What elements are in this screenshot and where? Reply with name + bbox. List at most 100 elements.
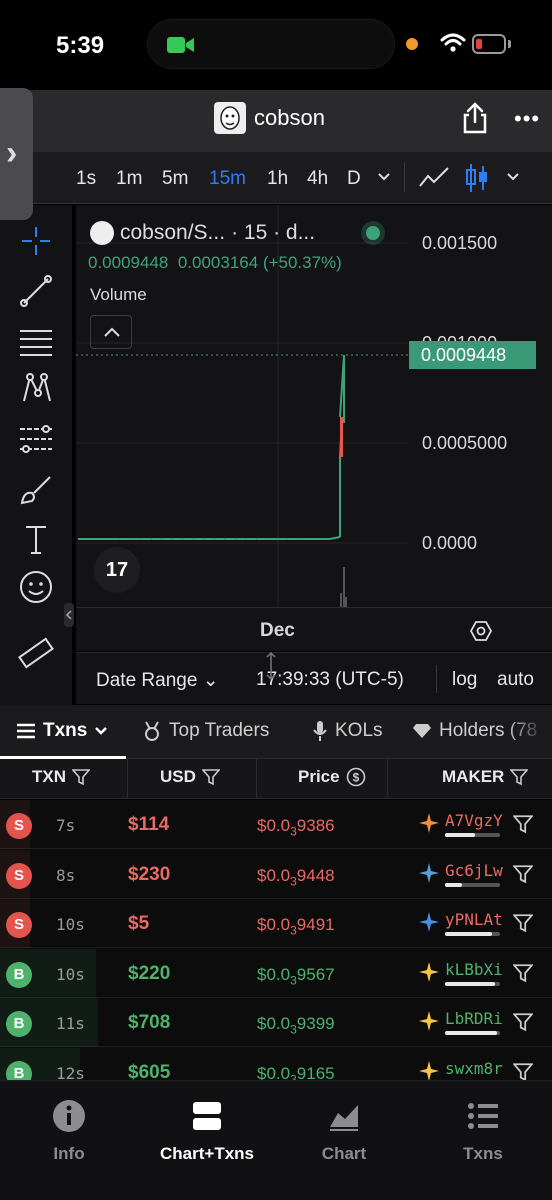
chevron-down-icon[interactable] xyxy=(377,172,391,182)
live-status-indicator xyxy=(366,226,380,240)
sidebar-expand-tab[interactable]: › xyxy=(0,88,33,220)
timeframe-5m[interactable]: 5m xyxy=(162,168,188,190)
timeframe-1s[interactable]: 1s xyxy=(76,168,96,190)
column-header-txn[interactable]: TXN xyxy=(32,767,90,787)
table-row[interactable]: B 11s $708 $0.039399 LbRDRi xyxy=(0,998,552,1048)
panel-collapse-icon[interactable] xyxy=(64,603,74,627)
price-zero-count: 3 xyxy=(290,1022,297,1037)
text-icon[interactable] xyxy=(18,521,54,557)
recording-indicator xyxy=(406,38,418,50)
maker-address[interactable]: A7VgzY xyxy=(445,811,503,830)
timeframe-4h[interactable]: 4h xyxy=(307,168,328,190)
tab-kols[interactable]: KOLs xyxy=(312,720,383,742)
more-options-icon[interactable]: ••• xyxy=(514,106,540,132)
nav-chart-txns[interactable]: Chart+Txns xyxy=(152,1099,262,1164)
filter-icon[interactable] xyxy=(510,768,529,786)
share-icon[interactable] xyxy=(462,102,488,134)
maker-share-bar xyxy=(445,1031,500,1036)
drawing-tools-panel xyxy=(0,205,74,705)
filter-icon[interactable] xyxy=(513,1012,533,1032)
tab-top-traders[interactable]: Top Traders xyxy=(142,720,269,742)
timeframe-d[interactable]: D xyxy=(347,168,361,190)
column-header-maker[interactable]: MAKER xyxy=(442,767,529,787)
crosshair-icon[interactable] xyxy=(18,223,54,259)
price-chart[interactable]: cobson/S... · 15 · d... 0.0009448 0.0003… xyxy=(76,205,552,607)
chevron-down-icon[interactable] xyxy=(506,172,520,182)
column-divider xyxy=(127,759,128,799)
maker-address[interactable]: Gc6jLw xyxy=(445,861,503,880)
line-chart-type-icon[interactable] xyxy=(418,166,450,190)
price-prefix: $0.0 xyxy=(257,915,291,935)
y-tick-label: 0.0000 xyxy=(422,533,478,553)
filter-icon[interactable] xyxy=(513,963,533,983)
table-row[interactable]: B 12s $605 $0.039165 swxm8r xyxy=(0,1048,552,1080)
txn-age: 10s xyxy=(56,915,85,935)
status-bar: 5:39 xyxy=(0,0,552,90)
timeframe-1m[interactable]: 1m xyxy=(116,168,142,190)
chart-symbol: cobson/S... xyxy=(120,221,226,244)
maker-address[interactable]: swxm8r xyxy=(445,1059,503,1078)
token-avatar xyxy=(214,102,246,134)
fib-retracement-icon[interactable] xyxy=(18,421,54,457)
column-header-price[interactable]: Price $ xyxy=(298,767,366,787)
table-header: TXN USD Price $ MAKER xyxy=(0,759,552,799)
price-prefix: $0.0 xyxy=(257,865,291,885)
tab-holders[interactable]: Holders (78 xyxy=(412,720,537,742)
ruler-icon[interactable] xyxy=(18,635,54,671)
maker-address[interactable]: kLBbXi xyxy=(445,960,503,979)
token-logo-icon xyxy=(90,221,114,245)
log-scale-toggle[interactable]: log xyxy=(452,669,477,691)
sparkle-icon xyxy=(419,1011,439,1032)
table-row[interactable]: S 7s $114 $0.039386 A7VgzY xyxy=(0,800,552,849)
candlestick-icon[interactable] xyxy=(464,162,490,194)
table-row[interactable]: S 8s $230 $0.039448 Gc6jLw xyxy=(0,849,552,899)
y-tick-label: 0.0005000 xyxy=(422,433,508,453)
nav-label: Info xyxy=(53,1144,85,1163)
timeframe-1h[interactable]: 1h xyxy=(267,168,288,190)
emoji-icon[interactable] xyxy=(18,569,54,605)
filter-icon[interactable] xyxy=(513,814,533,834)
horizontal-lines-icon[interactable] xyxy=(18,323,54,359)
nav-chart[interactable]: Chart xyxy=(289,1099,399,1164)
tab-txns[interactable]: Txns xyxy=(16,720,108,742)
filter-icon[interactable] xyxy=(72,768,90,786)
page-title: cobson xyxy=(254,105,325,130)
tradingview-logo[interactable]: 17 xyxy=(94,547,140,593)
ohlc-readout: 0.0009448 0.0003164 (+50.37%) xyxy=(88,253,342,273)
txn-age: 7s xyxy=(56,816,76,835)
trend-line-icon[interactable] xyxy=(18,273,54,309)
auto-scale-toggle[interactable]: auto xyxy=(497,669,534,691)
filter-icon[interactable] xyxy=(513,913,533,933)
price-digits: 9567 xyxy=(296,964,335,984)
resize-handle-icon[interactable] xyxy=(264,651,278,681)
filter-icon[interactable] xyxy=(201,768,220,786)
token-title-group[interactable]: cobson xyxy=(214,102,325,134)
maker-address[interactable]: LbRDRi xyxy=(445,1009,503,1028)
chart-settings-icon[interactable] xyxy=(470,620,492,642)
column-header-usd[interactable]: USD xyxy=(160,767,220,787)
txn-usd: $220 xyxy=(128,962,171,984)
legend-collapse-button[interactable] xyxy=(90,315,132,349)
brush-icon[interactable] xyxy=(18,471,54,507)
dollar-circle-icon[interactable]: $ xyxy=(346,767,366,787)
pattern-icon[interactable] xyxy=(18,371,54,407)
txn-price: $0.039448 xyxy=(257,866,335,888)
txn-price: $0.039567 xyxy=(257,965,335,987)
chevron-down-icon xyxy=(95,727,108,735)
filter-icon[interactable] xyxy=(513,864,533,884)
current-price-tag: 0.0009448 xyxy=(409,341,536,369)
token-logo-icon xyxy=(220,106,240,130)
candle xyxy=(343,355,345,423)
bottom-navigation: Info Chart+Txns Chart Txns xyxy=(0,1080,552,1200)
txn-tabs: Txns Top Traders KOLs Holders (78 xyxy=(0,705,552,759)
maker-address[interactable]: yPNLAt xyxy=(445,910,503,929)
filter-icon[interactable] xyxy=(513,1062,533,1080)
timeframe-15m[interactable]: 15m xyxy=(209,168,246,190)
date-range-select[interactable]: Date Range ⌄ xyxy=(96,669,219,692)
tab-label: KOLs xyxy=(335,720,383,741)
table-row[interactable]: S 10s $5 $0.039491 yPNLAt xyxy=(0,899,552,949)
diamond-icon xyxy=(413,724,431,738)
nav-txns[interactable]: Txns xyxy=(428,1099,538,1164)
table-row[interactable]: B 10s $220 $0.039567 kLBbXi xyxy=(0,948,552,998)
nav-info[interactable]: Info xyxy=(14,1099,124,1164)
